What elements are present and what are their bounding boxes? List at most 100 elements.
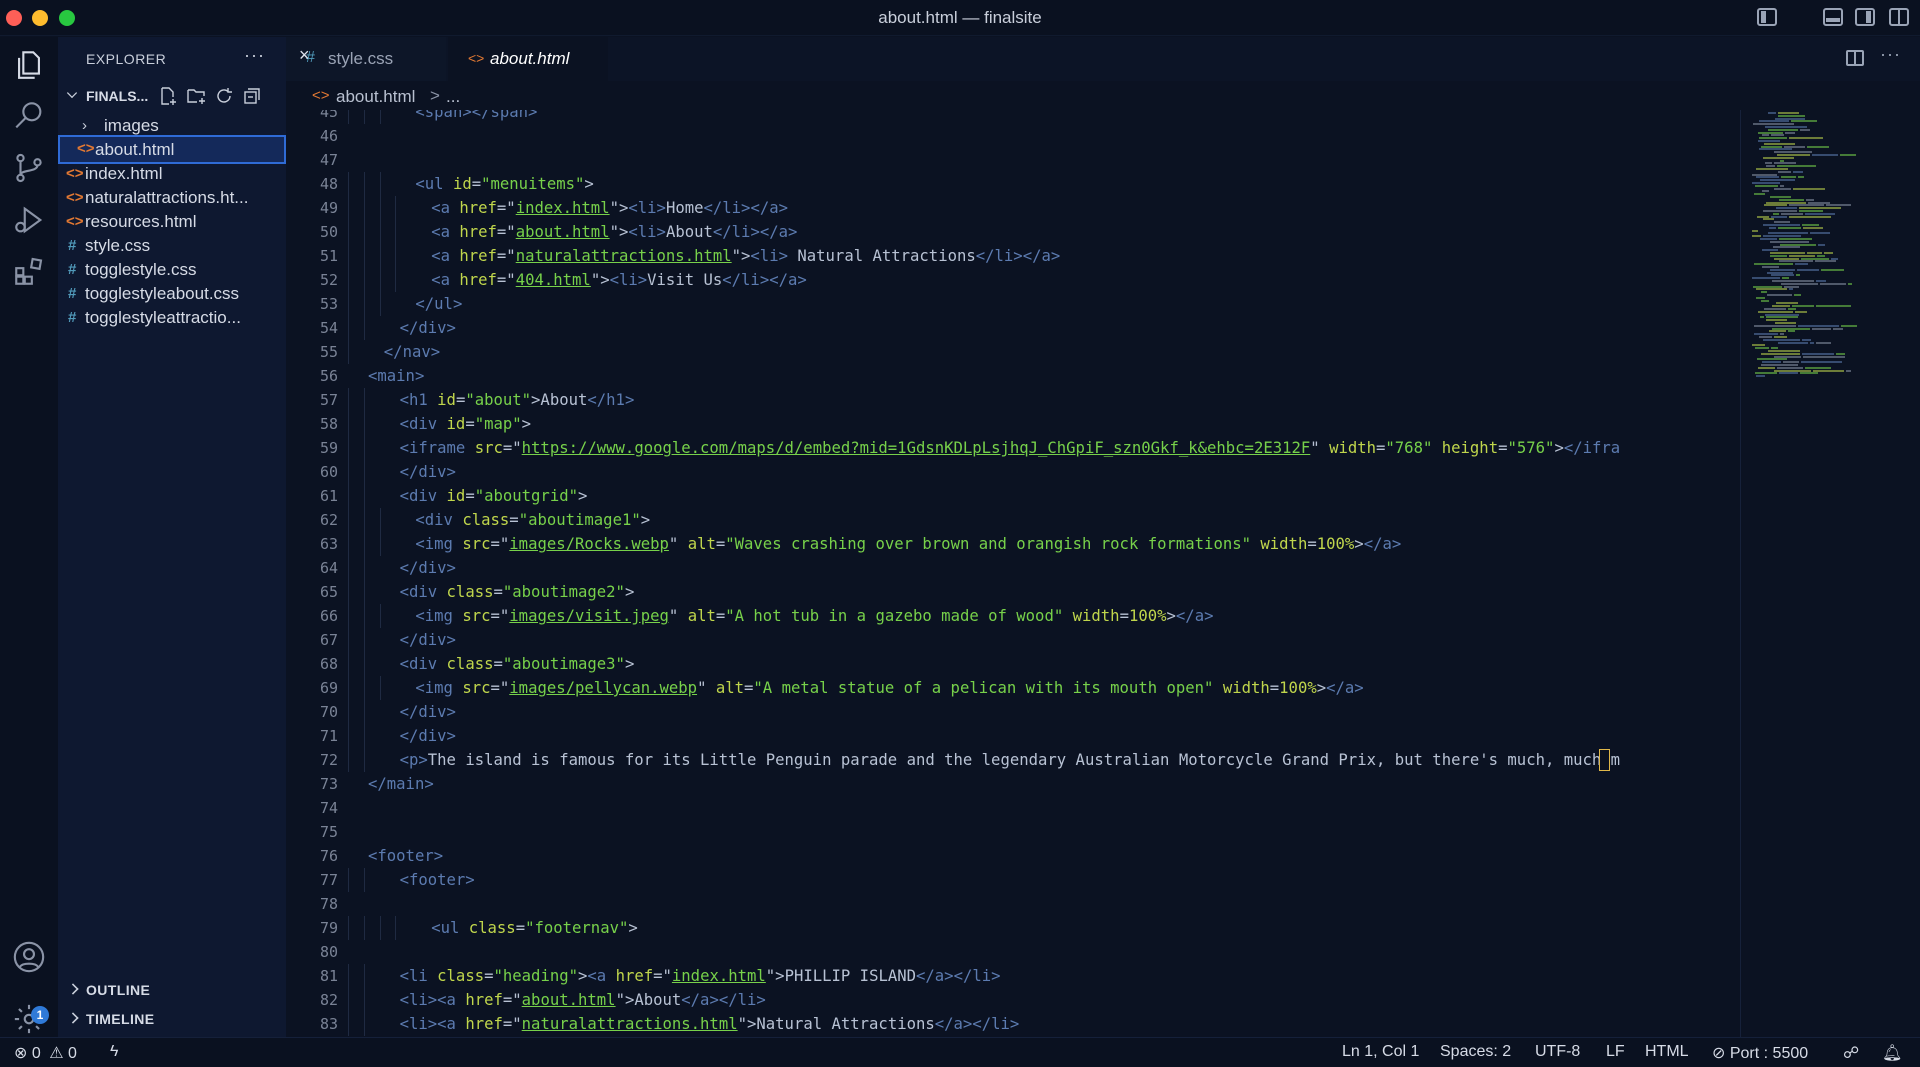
encoding-status[interactable]: UTF-8 — [1535, 1043, 1580, 1061]
code-line[interactable]: <li class="heading"><a href="index.html"… — [400, 964, 1001, 988]
code-line[interactable]: <div id="aboutgrid"> — [400, 484, 588, 508]
code-line[interactable]: <span></span> — [415, 110, 537, 124]
problems-status[interactable]: ⊗ 0 ⚠ 0 — [14, 1043, 77, 1063]
toggle-primary-sidebar-icon[interactable] — [1757, 8, 1777, 26]
toggle-panel-icon[interactable] — [1823, 8, 1843, 26]
workspace-folder[interactable]: FINALS... — [58, 84, 286, 108]
code-line[interactable]: <main> — [368, 364, 424, 388]
minimap-line — [1789, 204, 1824, 207]
code-line[interactable]: <a href="404.html"><li>Visit Us</li></a> — [431, 268, 807, 292]
code-line[interactable]: </div> — [400, 316, 456, 340]
code-line[interactable]: <footer> — [368, 844, 443, 868]
close-tab-icon[interactable]: × — [299, 45, 310, 66]
indentation-status[interactable]: Spaces: 2 — [1440, 1043, 1511, 1061]
code-editor[interactable]: 45 46 47 48 49 50 51 52 53 54 55 56 57 58 59 60 61 62 63 64… — [286, 110, 1920, 1037]
code-line[interactable]: </div> — [400, 700, 456, 724]
code-token: </a> — [759, 223, 798, 241]
minimap-line — [1756, 168, 1788, 170]
indent-guide — [348, 388, 349, 412]
new-folder-icon[interactable] — [186, 86, 208, 106]
code-line[interactable]: </main> — [368, 772, 434, 796]
code-line[interactable]: <img src="images/pellycan.webp" alt="A m… — [415, 676, 1363, 700]
code-line[interactable]: <p>The island is famous for its Little P… — [400, 748, 1620, 772]
code-line[interactable]: <iframe src="https://www.google.com/maps… — [400, 436, 1621, 460]
search-icon[interactable] — [9, 96, 49, 136]
explorer-more-icon[interactable]: ··· — [244, 45, 265, 66]
code-line[interactable]: <div id="map"> — [400, 412, 531, 436]
minimap-line — [1802, 338, 1811, 341]
indent-guide — [379, 196, 381, 220]
code-line[interactable]: <footer> — [400, 868, 475, 892]
code-token: id — [437, 391, 456, 409]
source-control-icon[interactable] — [9, 148, 49, 188]
code-line[interactable]: </div> — [400, 724, 456, 748]
code-line[interactable]: <img src="images/visit.jpeg" alt="A hot … — [415, 604, 1213, 628]
customize-layout-icon[interactable] — [1889, 8, 1909, 26]
code-line[interactable]: </div> — [400, 628, 456, 652]
code-token: =" — [490, 679, 510, 697]
code-line[interactable]: </div> — [400, 556, 456, 580]
code-token: </li> — [712, 223, 760, 241]
code-token: images/Rocks.webp — [509, 535, 669, 553]
code-token: = — [1307, 535, 1317, 553]
notifications-bell-icon[interactable]: 🔔︎ — [1882, 1043, 1902, 1063]
code-token: src — [462, 679, 491, 697]
minimap-line — [1781, 282, 1818, 285]
live-server-status[interactable]: ⊘ Port : 5500 — [1712, 1043, 1808, 1063]
refresh-icon[interactable] — [214, 86, 236, 106]
tree-item-label: togglestyleattractio... — [85, 308, 241, 327]
minimap-line — [1758, 310, 1793, 313]
code-line[interactable]: <div class="aboutimage1"> — [415, 508, 650, 532]
code-token: </li> — [718, 991, 766, 1009]
code-line[interactable]: <div class="aboutimage2"> — [400, 580, 635, 604]
outline-section[interactable]: OUTLINE — [58, 975, 286, 1004]
code-line[interactable]: <ul class="footernav"> — [431, 916, 638, 940]
cursor-position[interactable]: Ln 1, Col 1 — [1342, 1043, 1419, 1061]
minimap-line — [1793, 170, 1803, 173]
code-line[interactable]: <ul id="menuitems"> — [415, 172, 593, 196]
minimap-line — [1777, 366, 1803, 369]
tab-style-css[interactable]: # style.css — [286, 37, 446, 81]
code-token: = — [493, 655, 503, 673]
code-area[interactable]: <span></span> <ul id="menuitems"> <a href=… — [286, 110, 1740, 1037]
editor-more-icon[interactable]: ··· — [1880, 44, 1901, 65]
editor-scrollbar[interactable] — [1740, 110, 1741, 1037]
code-token: "aboutimage3" — [502, 655, 625, 673]
indent-guide — [395, 196, 397, 220]
minimap-line — [1753, 123, 1794, 126]
code-token: "> — [609, 199, 629, 217]
tree-file-togglestyleattractions-css[interactable]: # togglestyleattractio... — [58, 303, 286, 332]
toggle-secondary-sidebar-icon[interactable] — [1855, 8, 1875, 26]
minimap[interactable] — [1748, 112, 1906, 392]
code-line[interactable]: <li><a href="naturalattractions.html">Na… — [400, 1012, 1020, 1036]
split-editor-icon[interactable] — [1846, 50, 1864, 66]
timeline-section[interactable]: TIMELINE — [58, 1004, 286, 1033]
collapse-all-icon[interactable] — [242, 86, 264, 106]
code-line[interactable]: </div> — [400, 460, 456, 484]
code-line[interactable]: </nav> — [384, 340, 440, 364]
code-line[interactable]: <a href="index.html"><li>Home</li></a> — [431, 196, 788, 220]
new-file-icon[interactable] — [158, 86, 180, 106]
minimap-line — [1762, 361, 1781, 364]
code-line[interactable]: <h1 id="about">About</h1> — [400, 388, 635, 412]
remote-icon[interactable]: ϟ — [110, 1043, 118, 1061]
code-line[interactable]: <div class="aboutimage3"> — [400, 652, 635, 676]
tab-about-html[interactable]: <> about.html — [448, 37, 608, 81]
minimap-line — [1764, 308, 1786, 310]
breadcrumb-file[interactable]: about.html — [336, 87, 415, 107]
code-line[interactable]: <img src="images/Rocks.webp" alt="Waves … — [415, 532, 1401, 556]
indent-guide — [363, 220, 365, 244]
run-debug-icon[interactable] — [9, 200, 49, 240]
code-line[interactable]: <li><a href="about.html">About</a></li> — [400, 988, 766, 1012]
extensions-icon[interactable] — [9, 251, 49, 291]
tree-item-label: resources.html — [85, 212, 197, 231]
feedback-icon[interactable]: ☍ — [1843, 1043, 1859, 1063]
code-line[interactable]: <a href="naturalattractions.html"><li> N… — [431, 244, 1060, 268]
eol-status[interactable]: LF — [1606, 1043, 1625, 1061]
code-line[interactable]: </ul> — [415, 292, 462, 316]
breadcrumb-symbol[interactable]: ... — [446, 87, 460, 107]
language-mode[interactable]: HTML — [1645, 1043, 1689, 1061]
account-icon[interactable] — [9, 937, 49, 977]
explorer-icon[interactable] — [9, 45, 49, 85]
code-line[interactable]: <a href="about.html"><li>About</li></a> — [431, 220, 797, 244]
